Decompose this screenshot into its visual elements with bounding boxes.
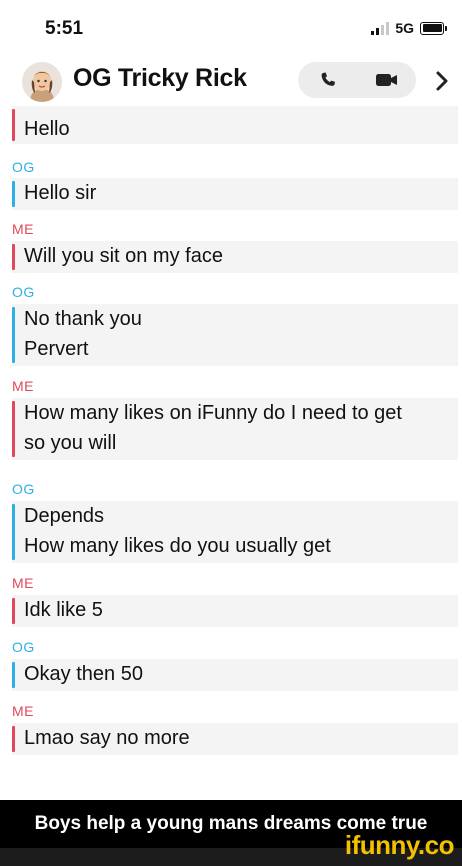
sender-color-bar (12, 181, 15, 207)
sender-label: OG (12, 639, 35, 655)
ifunny-watermark-logo: ifunny.co (344, 830, 455, 860)
chevron-right-icon (436, 71, 448, 91)
video-camera-icon (375, 74, 397, 86)
avatar[interactable] (22, 62, 62, 102)
message-line: Lmao say no more (24, 727, 190, 749)
message-line: Okay then 50 (24, 663, 143, 685)
voice-call-button[interactable] (298, 62, 357, 98)
message-bubble[interactable]: Lmao say no more (12, 723, 458, 755)
status-icons: 5G (371, 20, 447, 36)
message-line: How many likes on iFunny do I need to ge… (24, 402, 402, 424)
status-bar: 5:51 5G (0, 0, 462, 58)
chat-header: OG Tricky Rick (0, 58, 462, 106)
chat-title[interactable]: OG Tricky Rick (73, 64, 247, 93)
bitmoji-avatar-icon (22, 62, 62, 102)
sender-color-bar (12, 307, 15, 363)
sender-label: OG (12, 481, 35, 497)
message-bubble[interactable]: Okay then 50 (12, 659, 458, 691)
message-line: Idk like 5 (24, 599, 103, 621)
call-controls (298, 62, 416, 98)
message-line: No thank you (24, 308, 142, 330)
video-call-button[interactable] (357, 62, 416, 98)
sender-label: ME (12, 221, 34, 237)
status-time: 5:51 (45, 18, 84, 39)
message-line: Hello sir (24, 182, 97, 204)
sender-color-bar (12, 109, 15, 141)
chat-messages[interactable]: Hello OG Hello sir ME Will you sit on my… (0, 106, 462, 796)
sender-label: ME (12, 575, 34, 591)
sender-label: OG (12, 284, 35, 300)
sender-label: ME (12, 703, 34, 719)
message-bubble[interactable]: How many likes on iFunny do I need to ge… (12, 398, 458, 460)
message-bubble[interactable]: Idk like 5 (12, 595, 458, 627)
message-line: How many likes do you usually get (24, 535, 331, 557)
network-label: 5G (395, 20, 414, 36)
message-line: so you will (24, 432, 117, 454)
sender-label: OG (12, 159, 35, 175)
signal-icon (371, 21, 390, 35)
sender-color-bar (12, 504, 15, 560)
phone-icon (321, 72, 335, 86)
message-bubble[interactable]: No thank you Pervert (12, 304, 458, 366)
sender-color-bar (12, 598, 15, 624)
message-line: Depends (24, 505, 105, 527)
message-bubble[interactable]: Will you sit on my face (12, 241, 458, 273)
message-bubble[interactable]: Depends How many likes do you usually ge… (12, 501, 458, 563)
sender-color-bar (12, 244, 15, 270)
sender-color-bar (12, 401, 15, 457)
message-bubble[interactable]: Hello (12, 106, 458, 144)
sender-color-bar (12, 726, 15, 752)
battery-icon (420, 21, 447, 35)
sender-color-bar (12, 662, 15, 688)
message-line: Pervert (24, 338, 89, 360)
message-line: Will you sit on my face (24, 245, 223, 267)
more-button[interactable] (432, 66, 452, 96)
message-bubble[interactable]: Hello sir (12, 178, 458, 210)
message-line: Hello (24, 118, 70, 140)
sender-label: ME (12, 378, 34, 394)
